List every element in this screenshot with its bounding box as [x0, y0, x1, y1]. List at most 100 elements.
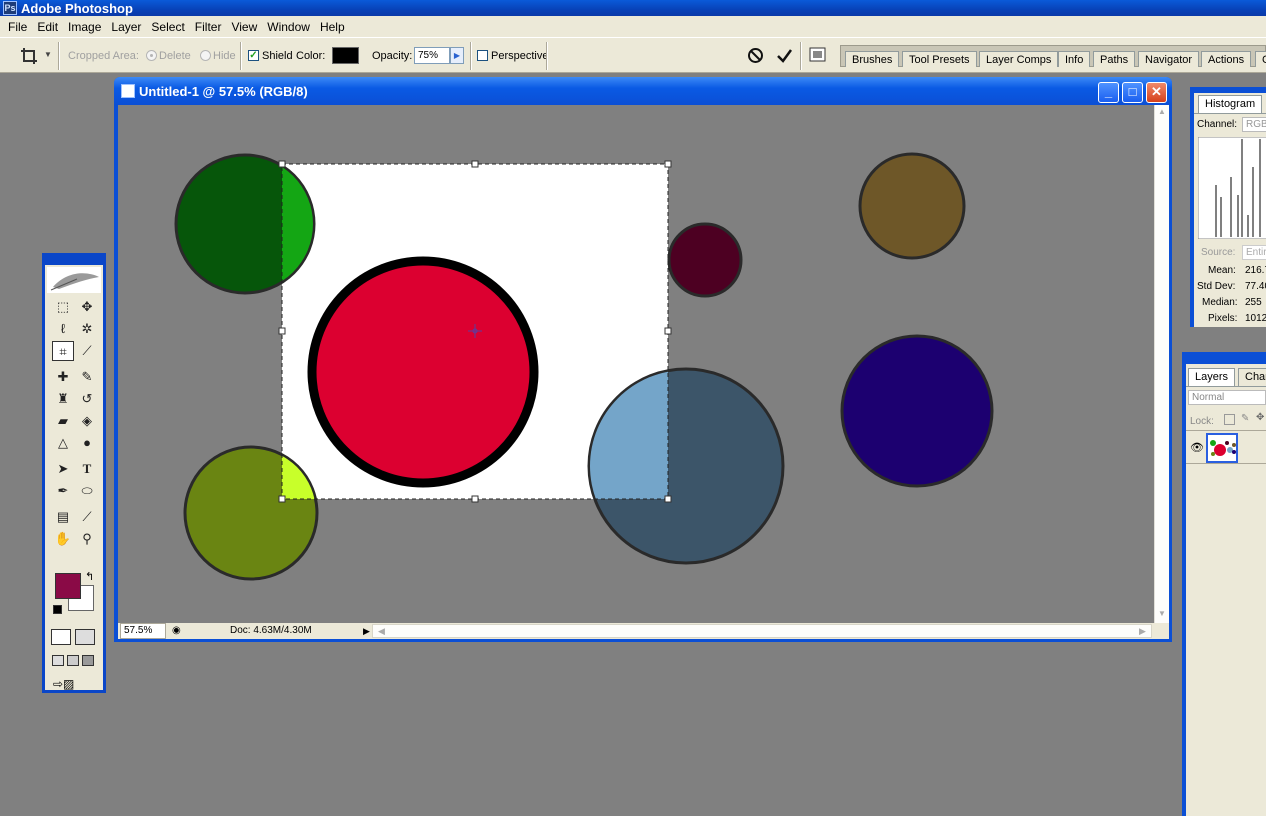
- magic-wand-tool-icon[interactable]: ✲: [76, 319, 98, 339]
- blur-tool-icon[interactable]: △: [52, 433, 74, 453]
- preset-dropdown-arrow-icon[interactable]: ▼: [44, 50, 52, 59]
- source-select[interactable]: Entir: [1242, 245, 1266, 260]
- cancel-transform-icon[interactable]: [747, 47, 764, 64]
- crop-tool-icon[interactable]: ⌗: [52, 341, 74, 361]
- well-tab-actions[interactable]: Actions: [1201, 51, 1252, 67]
- well-tab-brushes[interactable]: Brushes: [845, 51, 900, 67]
- menu-image[interactable]: Image: [63, 20, 106, 34]
- tab-channels[interactable]: Chann: [1238, 368, 1266, 386]
- standard-mode-icon[interactable]: [51, 629, 71, 645]
- status-info-icon[interactable]: ◉: [172, 623, 181, 639]
- lock-transparency-icon[interactable]: [1224, 414, 1235, 425]
- scroll-up-icon[interactable]: ▲: [1158, 107, 1166, 116]
- scroll-right-icon[interactable]: ▶: [1139, 625, 1146, 637]
- opacity-slider-arrow-icon[interactable]: ▶: [450, 47, 464, 64]
- jump-to-imageready-icon[interactable]: ⇨▨: [53, 677, 93, 691]
- well-tab-more[interactable]: C: [1255, 51, 1266, 67]
- shield-color-swatch[interactable]: [332, 47, 359, 64]
- marquee-tool-icon[interactable]: ⬚: [52, 297, 74, 317]
- brush-tool-icon[interactable]: ✎: [76, 367, 98, 387]
- menu-filter[interactable]: Filter: [190, 20, 227, 34]
- type-tool-icon[interactable]: T: [76, 459, 98, 479]
- quick-mask-mode-icon[interactable]: [75, 629, 95, 645]
- layer-thumbnail[interactable]: [1206, 433, 1238, 463]
- full-screen-mode-icon[interactable]: [82, 655, 94, 666]
- tab-divider: [1194, 113, 1266, 114]
- source-label: Source:: [1201, 247, 1236, 258]
- file-browser-icon[interactable]: [808, 45, 828, 65]
- foreground-color-swatch[interactable]: [55, 573, 81, 599]
- document-status-bar: 57.5% ◉ Doc: 4.63M/4.30M ▶ ◀ ▶: [118, 623, 1169, 639]
- history-brush-tool-icon[interactable]: ↺: [76, 389, 98, 409]
- path-selection-tool-icon[interactable]: ➤: [52, 459, 74, 479]
- menu-file[interactable]: File: [3, 20, 32, 34]
- app-title-bar: Ps Adobe Photoshop: [0, 0, 1266, 16]
- channel-select[interactable]: RGB: [1242, 117, 1266, 132]
- well-tab-info[interactable]: Info: [1058, 51, 1091, 67]
- move-tool-icon[interactable]: ✥: [76, 297, 98, 317]
- well-tab-tool-presets[interactable]: Tool Presets: [902, 51, 977, 67]
- eyedropper-tool-icon[interactable]: ⟋: [76, 507, 98, 527]
- vertical-scrollbar[interactable]: ▲ ▼: [1154, 105, 1169, 623]
- canvas[interactable]: [118, 105, 1154, 623]
- tab-histogram[interactable]: Histogram: [1198, 95, 1263, 113]
- hand-tool-icon[interactable]: ✋: [52, 529, 74, 549]
- crop-tool-preset-icon[interactable]: [20, 47, 38, 65]
- zoom-tool-icon[interactable]: ⚲: [76, 529, 98, 549]
- pen-tool-icon[interactable]: ✒: [52, 481, 74, 501]
- maximize-button[interactable]: □: [1122, 82, 1143, 103]
- notes-tool-icon[interactable]: ▤: [52, 507, 74, 527]
- delete-radio[interactable]: [146, 50, 157, 61]
- menu-layer[interactable]: Layer: [106, 20, 146, 34]
- well-tab-paths[interactable]: Paths: [1093, 51, 1136, 67]
- well-tab-navigator[interactable]: Navigator: [1138, 51, 1200, 67]
- shield-checkbox[interactable]: ✓: [248, 50, 259, 61]
- layer-visibility-eye-icon[interactable]: 👁: [1190, 441, 1204, 454]
- zoom-field[interactable]: 57.5%: [120, 623, 166, 639]
- document-title-bar[interactable]: Untitled-1 @ 57.5% (RGB/8) _ □ ✕: [114, 77, 1172, 105]
- tab-layers[interactable]: Layers: [1188, 368, 1236, 386]
- menu-select[interactable]: Select: [146, 20, 189, 34]
- scroll-down-icon[interactable]: ▼: [1158, 609, 1166, 618]
- blend-mode-select[interactable]: Normal: [1188, 390, 1266, 405]
- swap-colors-icon[interactable]: ↰: [85, 570, 94, 583]
- shape-tool-icon[interactable]: ⬭: [76, 481, 98, 501]
- minimize-button[interactable]: _: [1098, 82, 1119, 103]
- slice-tool-icon[interactable]: ⟋: [76, 341, 98, 361]
- layer-row[interactable]: 👁: [1186, 432, 1266, 464]
- shield-label: Shield: [262, 50, 293, 62]
- brown-circle: [858, 152, 966, 260]
- standard-screen-mode-icon[interactable]: [52, 655, 64, 666]
- lock-paint-icon[interactable]: ✎: [1241, 413, 1249, 424]
- full-screen-menu-mode-icon[interactable]: [67, 655, 79, 666]
- menu-window[interactable]: Window: [262, 20, 315, 34]
- well-tab-layer-comps[interactable]: Layer Comps: [979, 51, 1059, 67]
- clone-stamp-tool-icon[interactable]: ♜: [52, 389, 74, 409]
- status-menu-arrow-icon[interactable]: ▶: [363, 623, 370, 639]
- canvas-image[interactable]: [118, 105, 1154, 623]
- hide-radio[interactable]: [200, 50, 211, 61]
- opacity-input[interactable]: 75%: [414, 47, 450, 64]
- commit-transform-icon[interactable]: [776, 47, 793, 64]
- default-colors-icon[interactable]: [53, 605, 62, 614]
- lock-position-icon[interactable]: ✥: [1256, 412, 1264, 423]
- close-button[interactable]: ✕: [1146, 82, 1167, 103]
- eraser-tool-icon[interactable]: ▰: [52, 411, 74, 431]
- dodge-tool-icon[interactable]: ●: [76, 433, 98, 453]
- palette-well: Brushes Tool Presets Layer Comps Info Pa…: [840, 45, 1266, 67]
- healing-brush-tool-icon[interactable]: ✚: [52, 367, 74, 387]
- menu-help[interactable]: Help: [315, 20, 350, 34]
- crop-handle-tc: [471, 160, 479, 168]
- menu-edit[interactable]: Edit: [32, 20, 63, 34]
- feather-logo-icon[interactable]: [47, 267, 101, 293]
- options-divider: [800, 42, 802, 70]
- paint-bucket-tool-icon[interactable]: ◈: [76, 411, 98, 431]
- scroll-left-icon[interactable]: ◀: [378, 625, 385, 637]
- menu-view[interactable]: View: [226, 20, 262, 34]
- document-window: Untitled-1 @ 57.5% (RGB/8) _ □ ✕ ▲ ▼ 57.…: [114, 77, 1172, 642]
- horizontal-scrollbar[interactable]: ◀ ▶: [372, 624, 1152, 638]
- perspective-checkbox[interactable]: [477, 50, 488, 61]
- menu-bar: File Edit Image Layer Select Filter View…: [0, 16, 1266, 37]
- hide-label: Hide: [213, 50, 236, 62]
- lasso-tool-icon[interactable]: ℓ: [52, 319, 74, 339]
